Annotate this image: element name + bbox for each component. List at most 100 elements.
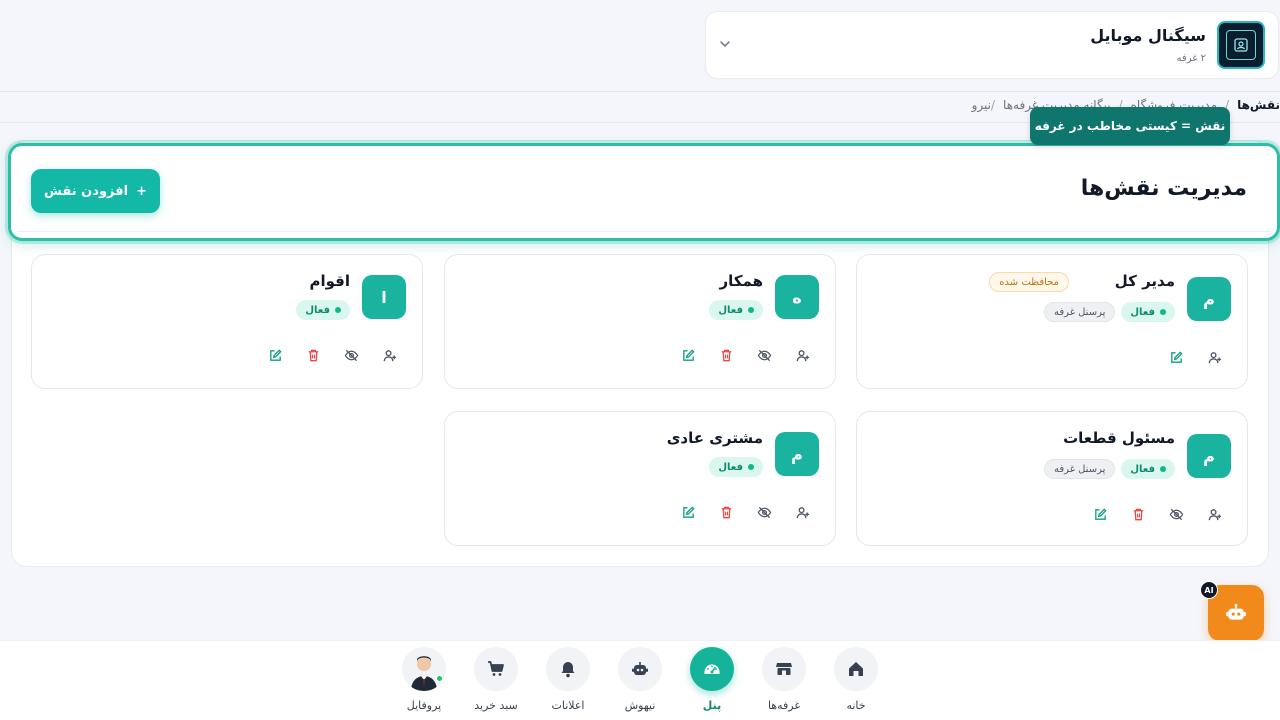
status-label: فعال [718, 304, 743, 316]
page-title: مدیریت نقش‌ها [1080, 176, 1247, 201]
trash-icon [721, 349, 731, 361]
avatar [402, 647, 446, 691]
online-status-dot [436, 675, 443, 682]
add-member-button[interactable] [783, 501, 821, 523]
edit-button[interactable] [1081, 503, 1119, 525]
nav-label: اعلانات [551, 699, 585, 712]
status-label: فعال [1130, 306, 1155, 318]
hide-button[interactable] [1157, 503, 1195, 525]
plus-icon: + [136, 183, 147, 199]
nav-profile[interactable]: پروفایل [394, 647, 454, 712]
role-card-colleague[interactable]: ه همکار فعال [444, 254, 836, 389]
breadcrumb-separator: / [991, 98, 996, 112]
status-label: فعال [305, 304, 330, 316]
role-badges: فعال [709, 457, 763, 477]
role-card-relatives[interactable]: ا اقوام فعال [31, 254, 423, 389]
store-logo-icon [1234, 38, 1248, 52]
status-dot [748, 464, 754, 470]
protected-badge: محافظت شده [989, 272, 1069, 292]
hide-button[interactable] [332, 344, 370, 366]
store-selector[interactable]: سیگنال موبایل ۲ غرفه [705, 11, 1279, 79]
eye-off-icon [344, 349, 358, 361]
store-name: سیگنال موبایل [1090, 26, 1206, 45]
bell-icon [561, 662, 575, 678]
nav-icon-wrap [618, 647, 662, 691]
role-badges: فعال [709, 300, 763, 320]
edit-icon [682, 505, 695, 518]
role-name: همکار [719, 272, 763, 290]
add-member-button[interactable] [1195, 503, 1233, 525]
user-plus-icon [796, 349, 809, 361]
edit-button[interactable] [1157, 346, 1195, 368]
nav-cart[interactable]: سبد خرید [466, 647, 526, 712]
role-actions [1081, 503, 1233, 525]
nav-booths[interactable]: غرفه‌ها [754, 647, 814, 712]
staff-badge: پرسنل غرفه [1044, 302, 1116, 322]
role-actions [1157, 346, 1233, 368]
status-label: فعال [718, 461, 743, 473]
page-header: مدیریت نقش‌ها + افزودن نقش [8, 143, 1280, 241]
role-card-parts-manager[interactable]: م مسئول قطعات فعال پرسنل غرفه [856, 411, 1248, 546]
user-plus-icon [1208, 508, 1221, 520]
user-plus-icon [1208, 351, 1221, 363]
nav-label: پنل [702, 699, 722, 712]
eye-off-icon [757, 349, 771, 361]
status-badge: فعال [709, 300, 763, 320]
bottom-nav: خانه غرفه‌ها پنل نیهوش اعلانات سبد خرید … [0, 640, 1280, 720]
user-plus-icon [796, 506, 809, 518]
robot-icon [1226, 603, 1246, 620]
nav-notifications[interactable]: اعلانات [538, 647, 598, 712]
edit-icon [1094, 507, 1107, 520]
add-member-button[interactable] [1195, 346, 1233, 368]
breadcrumb-current: نقش‌ها [1237, 98, 1280, 112]
nav-icon-wrap [546, 647, 590, 691]
add-member-button[interactable] [370, 344, 408, 366]
delete-button[interactable] [707, 344, 745, 366]
robot-icon [632, 662, 648, 675]
nav-icon-wrap [690, 647, 734, 691]
nav-label: غرفه‌ها [767, 699, 801, 712]
role-name: مدیر کل [1114, 272, 1175, 290]
role-badges: فعال [296, 300, 350, 320]
breadcrumb-root[interactable]: نیرو [972, 98, 991, 112]
edit-button[interactable] [256, 344, 294, 366]
role-card-manager[interactable]: م مدیر کل محافظت شده فعال پرسنل غرفه [856, 254, 1248, 389]
nav-home[interactable]: خانه [826, 647, 886, 712]
dashboard-gauge-icon [704, 664, 720, 674]
ai-assistant-button[interactable]: AI [1200, 581, 1264, 641]
edit-button[interactable] [669, 501, 707, 523]
hide-button[interactable] [745, 501, 783, 523]
header-divider [17, 231, 1271, 232]
delete-button[interactable] [707, 501, 745, 523]
status-badge: فعال [709, 457, 763, 477]
delete-button[interactable] [1119, 503, 1157, 525]
home-icon [849, 662, 863, 676]
trash-icon [721, 506, 731, 518]
add-member-button[interactable] [783, 344, 821, 366]
store-logo [1217, 21, 1265, 69]
trash-icon [308, 349, 318, 361]
role-card-regular-customer[interactable]: م مشتری عادی فعال [444, 411, 836, 546]
edit-icon [1170, 350, 1183, 363]
edit-button[interactable] [669, 344, 707, 366]
add-role-label: افزودن نقش [44, 183, 129, 199]
role-avatar: م [1187, 434, 1231, 478]
add-role-button[interactable]: + افزودن نقش [31, 169, 160, 213]
eye-off-icon [1169, 508, 1183, 520]
role-actions [669, 344, 821, 366]
staff-badge: پرسنل غرفه [1044, 459, 1116, 479]
status-dot [335, 307, 341, 313]
role-avatar: ه [775, 275, 819, 319]
role-name: اقوام [309, 272, 350, 290]
delete-button[interactable] [294, 344, 332, 366]
role-avatar: م [775, 432, 819, 476]
nav-panel[interactable]: پنل [682, 647, 742, 712]
hide-button[interactable] [745, 344, 783, 366]
store-icon [776, 663, 792, 675]
trash-icon [1133, 508, 1143, 520]
nav-ai[interactable]: نیهوش [610, 647, 670, 712]
user-plus-icon [383, 349, 396, 361]
chevron-down-icon[interactable] [718, 37, 732, 51]
edit-icon [269, 348, 282, 361]
user-avatar-icon [411, 656, 437, 691]
